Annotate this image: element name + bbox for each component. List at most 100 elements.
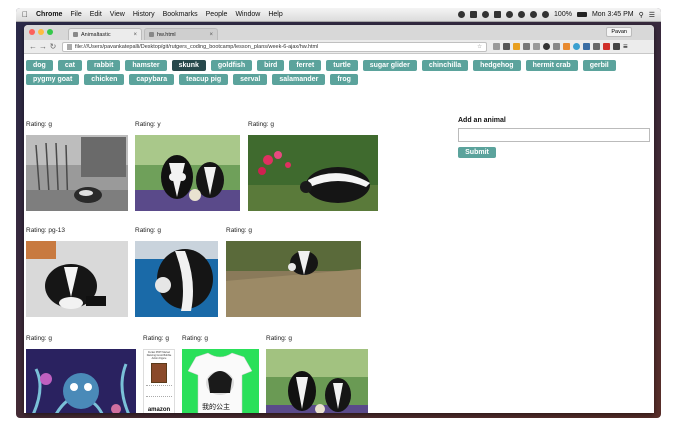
animal-button-hermit-crab[interactable]: hermit crab [525,60,578,71]
animal-button-hamster[interactable]: hamster [125,60,167,71]
page-icon [73,32,78,37]
product-title: Funko POP! Marvel Dancing Groot Bobble A… [146,351,172,360]
back-icon[interactable]: ← [28,42,38,51]
animal-button-cat[interactable]: cat [57,60,82,71]
gif-image[interactable]: 我的公主 [182,349,259,413]
animal-button-serval[interactable]: serval [233,74,268,85]
wifi-icon[interactable] [530,11,538,18]
extension-icon[interactable] [583,43,590,50]
chrome-menu-icon[interactable]: ≡ [623,43,628,51]
menu-file[interactable]: File [70,11,81,18]
clock[interactable]: Mon 3:45 PM [592,11,634,18]
bookmark-star-icon[interactable]: ☆ [477,44,482,50]
gif-image[interactable] [26,241,128,317]
extension-icon[interactable] [513,43,520,50]
animal-button-frog[interactable]: frog [330,74,358,85]
product-image [151,363,167,383]
gif-image[interactable] [135,135,240,211]
animal-button-goldfish[interactable]: goldfish [210,60,253,71]
gif-rating: Rating: g [226,227,253,234]
bluetooth-icon[interactable] [518,11,526,18]
animal-button-salamander[interactable]: salamander [272,74,326,85]
extension-icon[interactable] [603,43,610,50]
animal-button-hedgehog[interactable]: hedgehog [473,60,521,71]
forward-icon[interactable]: → [38,42,48,51]
product-price-lines [146,385,172,397]
gif-image[interactable] [26,135,128,211]
gif-image[interactable] [226,241,361,317]
menu-edit[interactable]: Edit [90,11,102,18]
tab-strip: Animaltastic × hw.html × Pavan [24,25,654,40]
animal-button-ferret[interactable]: ferret [289,60,322,71]
extension-icon[interactable] [503,43,510,50]
menu-people[interactable]: People [206,11,228,18]
status-icon[interactable] [470,11,478,18]
extension-icon[interactable] [543,43,550,50]
animal-button-turtle[interactable]: turtle [326,60,358,71]
status-icon[interactable] [494,11,502,18]
extension-icon[interactable] [563,43,570,50]
close-window-icon[interactable] [29,29,35,35]
volume-icon[interactable] [542,11,550,18]
animal-button-bird[interactable]: bird [257,60,285,71]
menu-app-name[interactable]: Chrome [36,11,62,18]
extension-icon[interactable] [613,43,620,50]
search-icon[interactable]: ⚲ [639,11,644,19]
status-icon[interactable] [458,11,466,18]
animal-button-sugar-glider[interactable]: sugar glider [362,60,417,71]
tab-hw-html[interactable]: hw.html × [144,28,218,40]
animal-button-skunk[interactable]: skunk [171,60,206,71]
tab-title: Animaltastic [81,31,111,38]
gif-image[interactable] [248,135,378,211]
animal-button-rabbit[interactable]: rabbit [86,60,121,71]
menu-help[interactable]: Help [268,11,282,18]
close-tab-icon[interactable]: × [133,32,137,38]
apple-icon[interactable]:  [22,10,28,19]
animal-button-capybara[interactable]: capybara [129,74,175,85]
animal-button-pygmy-goat[interactable]: pygmy goat [26,74,80,85]
url-text: file:///Users/pavankatepalli/Desktop/git… [75,43,319,50]
animal-input[interactable] [458,128,650,142]
extension-icon[interactable] [573,43,580,50]
gif-image[interactable] [266,349,368,413]
extension-icon[interactable] [493,43,500,50]
address-bar[interactable]: file:///Users/pavankatepalli/Desktop/git… [62,41,487,52]
gif-rating: Rating: g [182,335,209,342]
animal-button-chinchilla[interactable]: chinchilla [421,60,469,71]
add-animal-label: Add an animal [458,117,506,124]
minimize-window-icon[interactable] [38,29,44,35]
menu-window[interactable]: Window [235,11,260,18]
close-tab-icon[interactable]: × [209,32,213,38]
animal-button-dog[interactable]: dog [26,60,53,71]
animal-button-teacup-pig[interactable]: teacup pig [179,74,229,85]
tab-title: hw.html [157,31,176,38]
status-icon[interactable] [482,11,490,18]
gif-rating: Rating: g [135,227,162,234]
tab-animaltastic[interactable]: Animaltastic × [68,28,142,40]
status-icon[interactable] [506,11,514,18]
animal-button-gerbil[interactable]: gerbil [582,60,616,71]
menu-bookmarks[interactable]: Bookmarks [163,11,198,18]
extension-icon[interactable] [523,43,530,50]
battery-percent[interactable]: 100% [554,11,572,18]
profile-button[interactable]: Pavan [606,27,632,37]
gif-image[interactable] [26,349,136,413]
add-animal-form: Add an animal Submit [458,117,650,158]
gif-image[interactable] [135,241,218,317]
product-card[interactable]: Funko POP! Marvel Dancing Groot Bobble A… [143,349,175,413]
menu-history[interactable]: History [133,11,155,18]
page-icon [149,32,154,37]
reload-icon[interactable]: ↻ [48,42,58,51]
submit-button[interactable]: Submit [458,147,496,158]
gif-rating: Rating: g [143,335,170,342]
extension-icon[interactable] [533,43,540,50]
extension-icon[interactable] [593,43,600,50]
menu-view[interactable]: View [110,11,125,18]
maximize-window-icon[interactable] [47,29,53,35]
battery-icon[interactable] [576,12,587,17]
list-icon[interactable]: ☰ [649,11,655,19]
gif-rating: Rating: y [135,121,161,128]
animal-button-chicken[interactable]: chicken [84,74,125,85]
page-content: dog cat rabbit hamster skunk goldfish bird ferr… [24,54,654,413]
extension-icon[interactable] [553,43,560,50]
